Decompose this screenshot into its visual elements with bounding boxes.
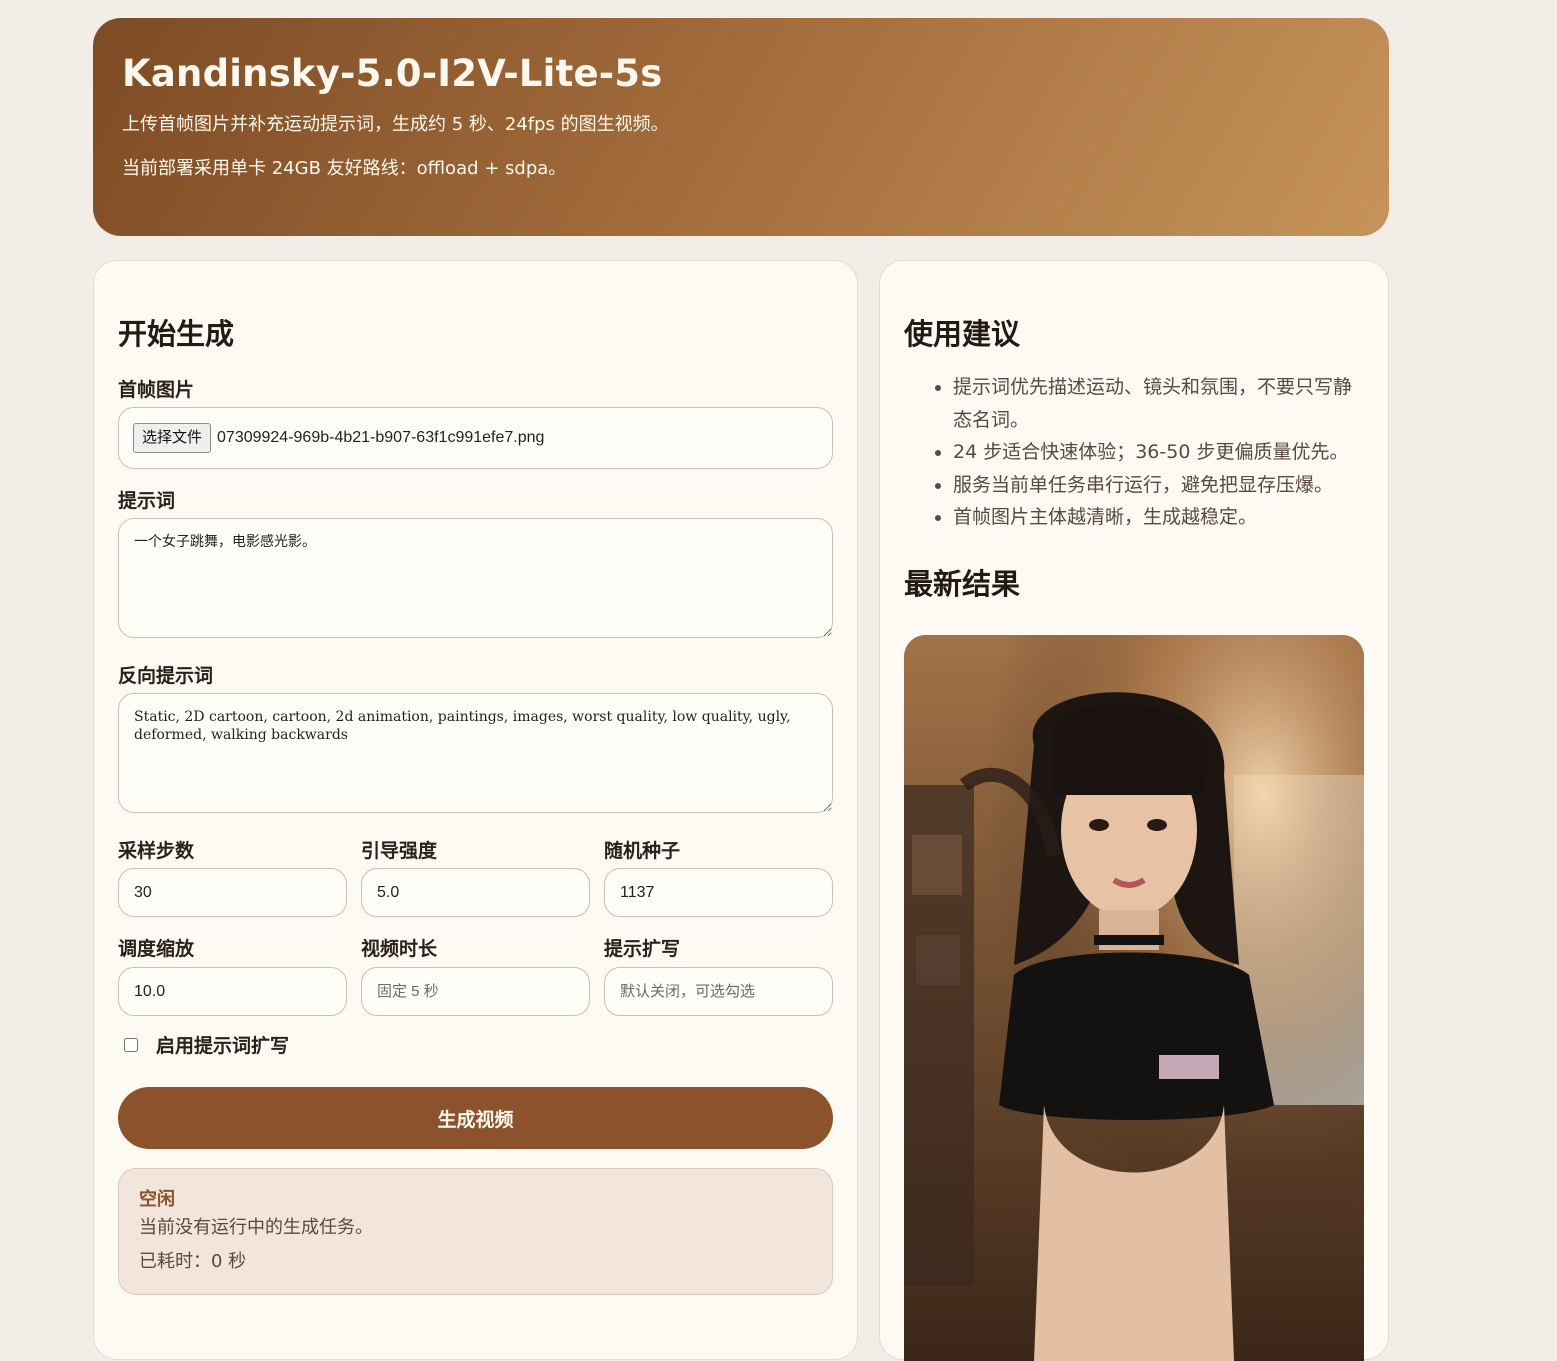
expand-checkbox[interactable] (124, 1037, 138, 1052)
first-frame-file-input[interactable]: 选择文件 07309924-969b-4b21-b907-63f1c991efe… (118, 407, 833, 469)
sidebar-panel: 使用建议 提示词优先描述运动、镜头和氛围，不要只写静态名词。 24 步适合快速体… (879, 260, 1389, 1361)
prompt-expand-input[interactable] (604, 967, 833, 1016)
status-title: 空闲 (139, 1189, 175, 1210)
steps-input[interactable] (118, 868, 347, 917)
prompt-label: 提示词 (118, 490, 176, 512)
result-image-illustration (904, 635, 1364, 1361)
expand-checkbox-label: 启用提示词扩写 (156, 1035, 290, 1057)
generate-panel: 开始生成 首帧图片 选择文件 07309924-969b-4b21-b907-6… (93, 260, 858, 1360)
tips-list: 提示词优先描述运动、镜头和氛围，不要只写静态名词。 24 步适合快速体验；36-… (905, 371, 1365, 534)
hero-banner: Kandinsky-5.0-I2V-Lite-5s 上传首帧图片并补充运动提示词… (93, 18, 1389, 236)
duration-label: 视频时长 (361, 938, 438, 960)
negative-prompt-textarea[interactable] (118, 693, 833, 813)
guidance-input[interactable] (361, 868, 590, 917)
selected-file-name: 07309924-969b-4b21-b907-63f1c991efe7.png (217, 429, 545, 446)
tips-heading: 使用建议 (904, 317, 1021, 351)
generate-video-button[interactable]: 生成视频 (118, 1087, 833, 1149)
elapsed-time: 已耗时：0 秒 (139, 1251, 247, 1272)
tip-item: 提示词优先描述运动、镜头和氛围，不要只写静态名词。 (953, 371, 1365, 436)
guidance-label: 引导强度 (361, 840, 438, 862)
result-image[interactable] (904, 635, 1364, 1361)
status-message: 当前没有运行中的生成任务。 (139, 1217, 373, 1238)
page-title: Kandinsky-5.0-I2V-Lite-5s (122, 52, 663, 95)
expand-checkbox-row[interactable]: 启用提示词扩写 (118, 1031, 289, 1058)
prompt-expand-label: 提示扩写 (604, 938, 681, 960)
generate-heading: 开始生成 (118, 317, 235, 351)
tip-item: 服务当前单任务串行运行，避免把显存压爆。 (953, 469, 1365, 502)
deploy-note: 当前部署采用单卡 24GB 友好路线：offload + sdpa。 (122, 158, 567, 179)
status-box: 空闲 当前没有运行中的生成任务。 已耗时：0 秒 (118, 1168, 833, 1295)
scheduler-scale-label: 调度缩放 (118, 938, 195, 960)
tip-item: 首帧图片主体越清晰，生成越稳定。 (953, 501, 1365, 534)
first-frame-label: 首帧图片 (118, 379, 195, 401)
steps-label: 采样步数 (118, 840, 195, 862)
duration-input[interactable] (361, 967, 590, 1016)
scheduler-scale-input[interactable] (118, 967, 347, 1016)
prompt-textarea[interactable] (118, 518, 833, 638)
page-subtitle: 上传首帧图片并补充运动提示词，生成约 5 秒、24fps 的图生视频。 (122, 114, 669, 135)
choose-file-button[interactable]: 选择文件 (133, 423, 212, 453)
seed-label: 随机种子 (604, 840, 681, 862)
seed-input[interactable] (604, 868, 833, 917)
result-heading: 最新结果 (904, 567, 1021, 601)
tip-item: 24 步适合快速体验；36-50 步更偏质量优先。 (953, 436, 1365, 469)
negative-prompt-label: 反向提示词 (118, 665, 214, 687)
